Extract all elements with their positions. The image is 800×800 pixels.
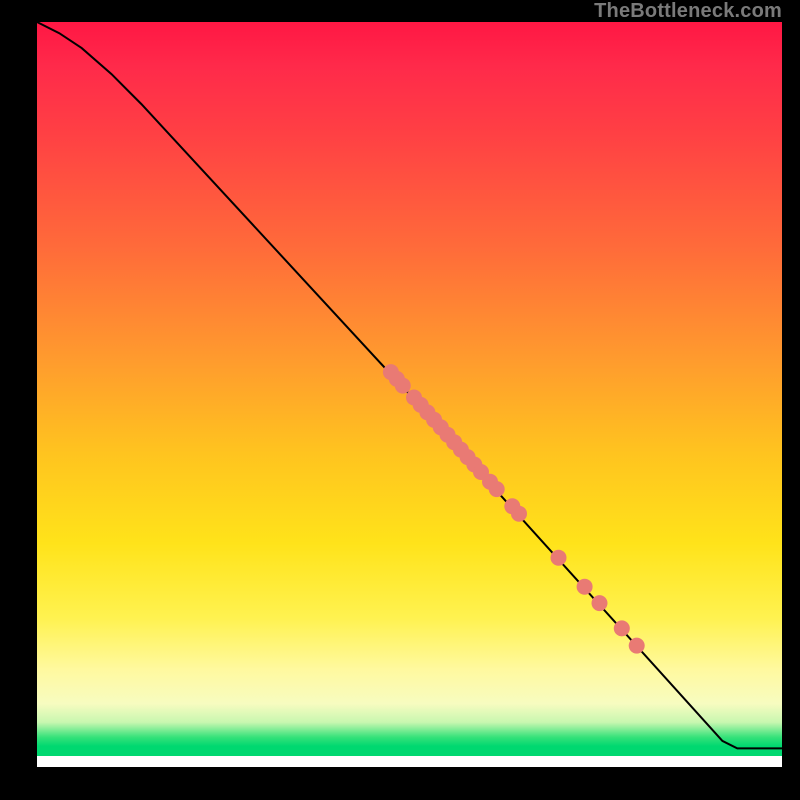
data-point	[614, 620, 630, 636]
data-point	[395, 378, 411, 394]
data-point	[592, 595, 608, 611]
data-point	[489, 481, 505, 497]
data-point	[551, 550, 567, 566]
watermark-text: TheBottleneck.com	[594, 0, 782, 23]
chart-stage: TheBottleneck.com	[0, 0, 800, 800]
data-point	[511, 506, 527, 522]
chart-svg	[37, 22, 782, 767]
data-point	[577, 579, 593, 595]
data-point	[629, 638, 645, 654]
plot-area	[37, 22, 782, 767]
